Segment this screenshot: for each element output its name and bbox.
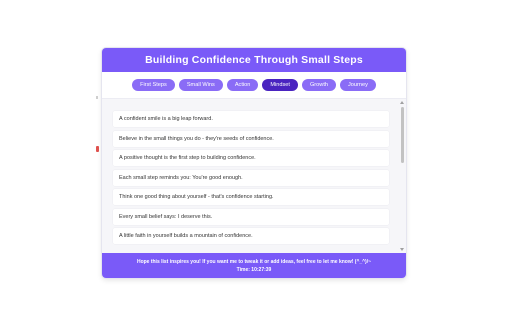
scrollbar-thumb[interactable] [401, 107, 404, 163]
scroll-up-arrow-icon[interactable] [400, 101, 404, 104]
tab-small-wins[interactable]: Small Wins [178, 79, 223, 91]
vertical-scrollbar[interactable] [400, 101, 405, 251]
list-item: Think one good thing about yourself - th… [113, 189, 389, 205]
list-item: A little faith in yourself builds a moun… [113, 228, 389, 244]
list-item: A confident smile is a big leap forward. [113, 111, 389, 127]
tab-mindset[interactable]: Mindset [262, 79, 298, 91]
popup-header: Building Confidence Through Small Steps [102, 48, 406, 72]
background-page-marker [96, 146, 99, 152]
list-item: Each small step reminds you: You're good… [113, 169, 389, 186]
tab-first-steps[interactable]: First Steps [132, 79, 175, 91]
tab-action[interactable]: Action [226, 79, 259, 91]
popup-window: Building Confidence Through Small Steps … [102, 48, 406, 278]
list-item: Every small belief says: I deserve this. [113, 208, 389, 225]
timestamp: Time: 10:27:39 [236, 266, 272, 273]
list-item: Believe in the small things you do - the… [113, 130, 389, 147]
affirmation-list: A confident smile is a big leap forward.… [113, 111, 389, 248]
tab-growth[interactable]: Growth [301, 79, 336, 91]
popup-footer: Hope this list inspires you! If you want… [102, 253, 406, 278]
tab-journey[interactable]: Journey [339, 79, 376, 91]
footer-message: Hope this list inspires you! If you want… [136, 258, 372, 265]
background-page-fragment [96, 96, 98, 99]
list-item: A positive thought is the first step to … [113, 150, 389, 166]
scroll-down-arrow-icon[interactable] [400, 248, 404, 251]
tab-bar: First Steps Small Wins Action Mindset Gr… [102, 72, 406, 99]
content-area[interactable]: A confident smile is a big leap forward.… [102, 99, 406, 253]
page-title: Building Confidence Through Small Steps [145, 54, 363, 66]
